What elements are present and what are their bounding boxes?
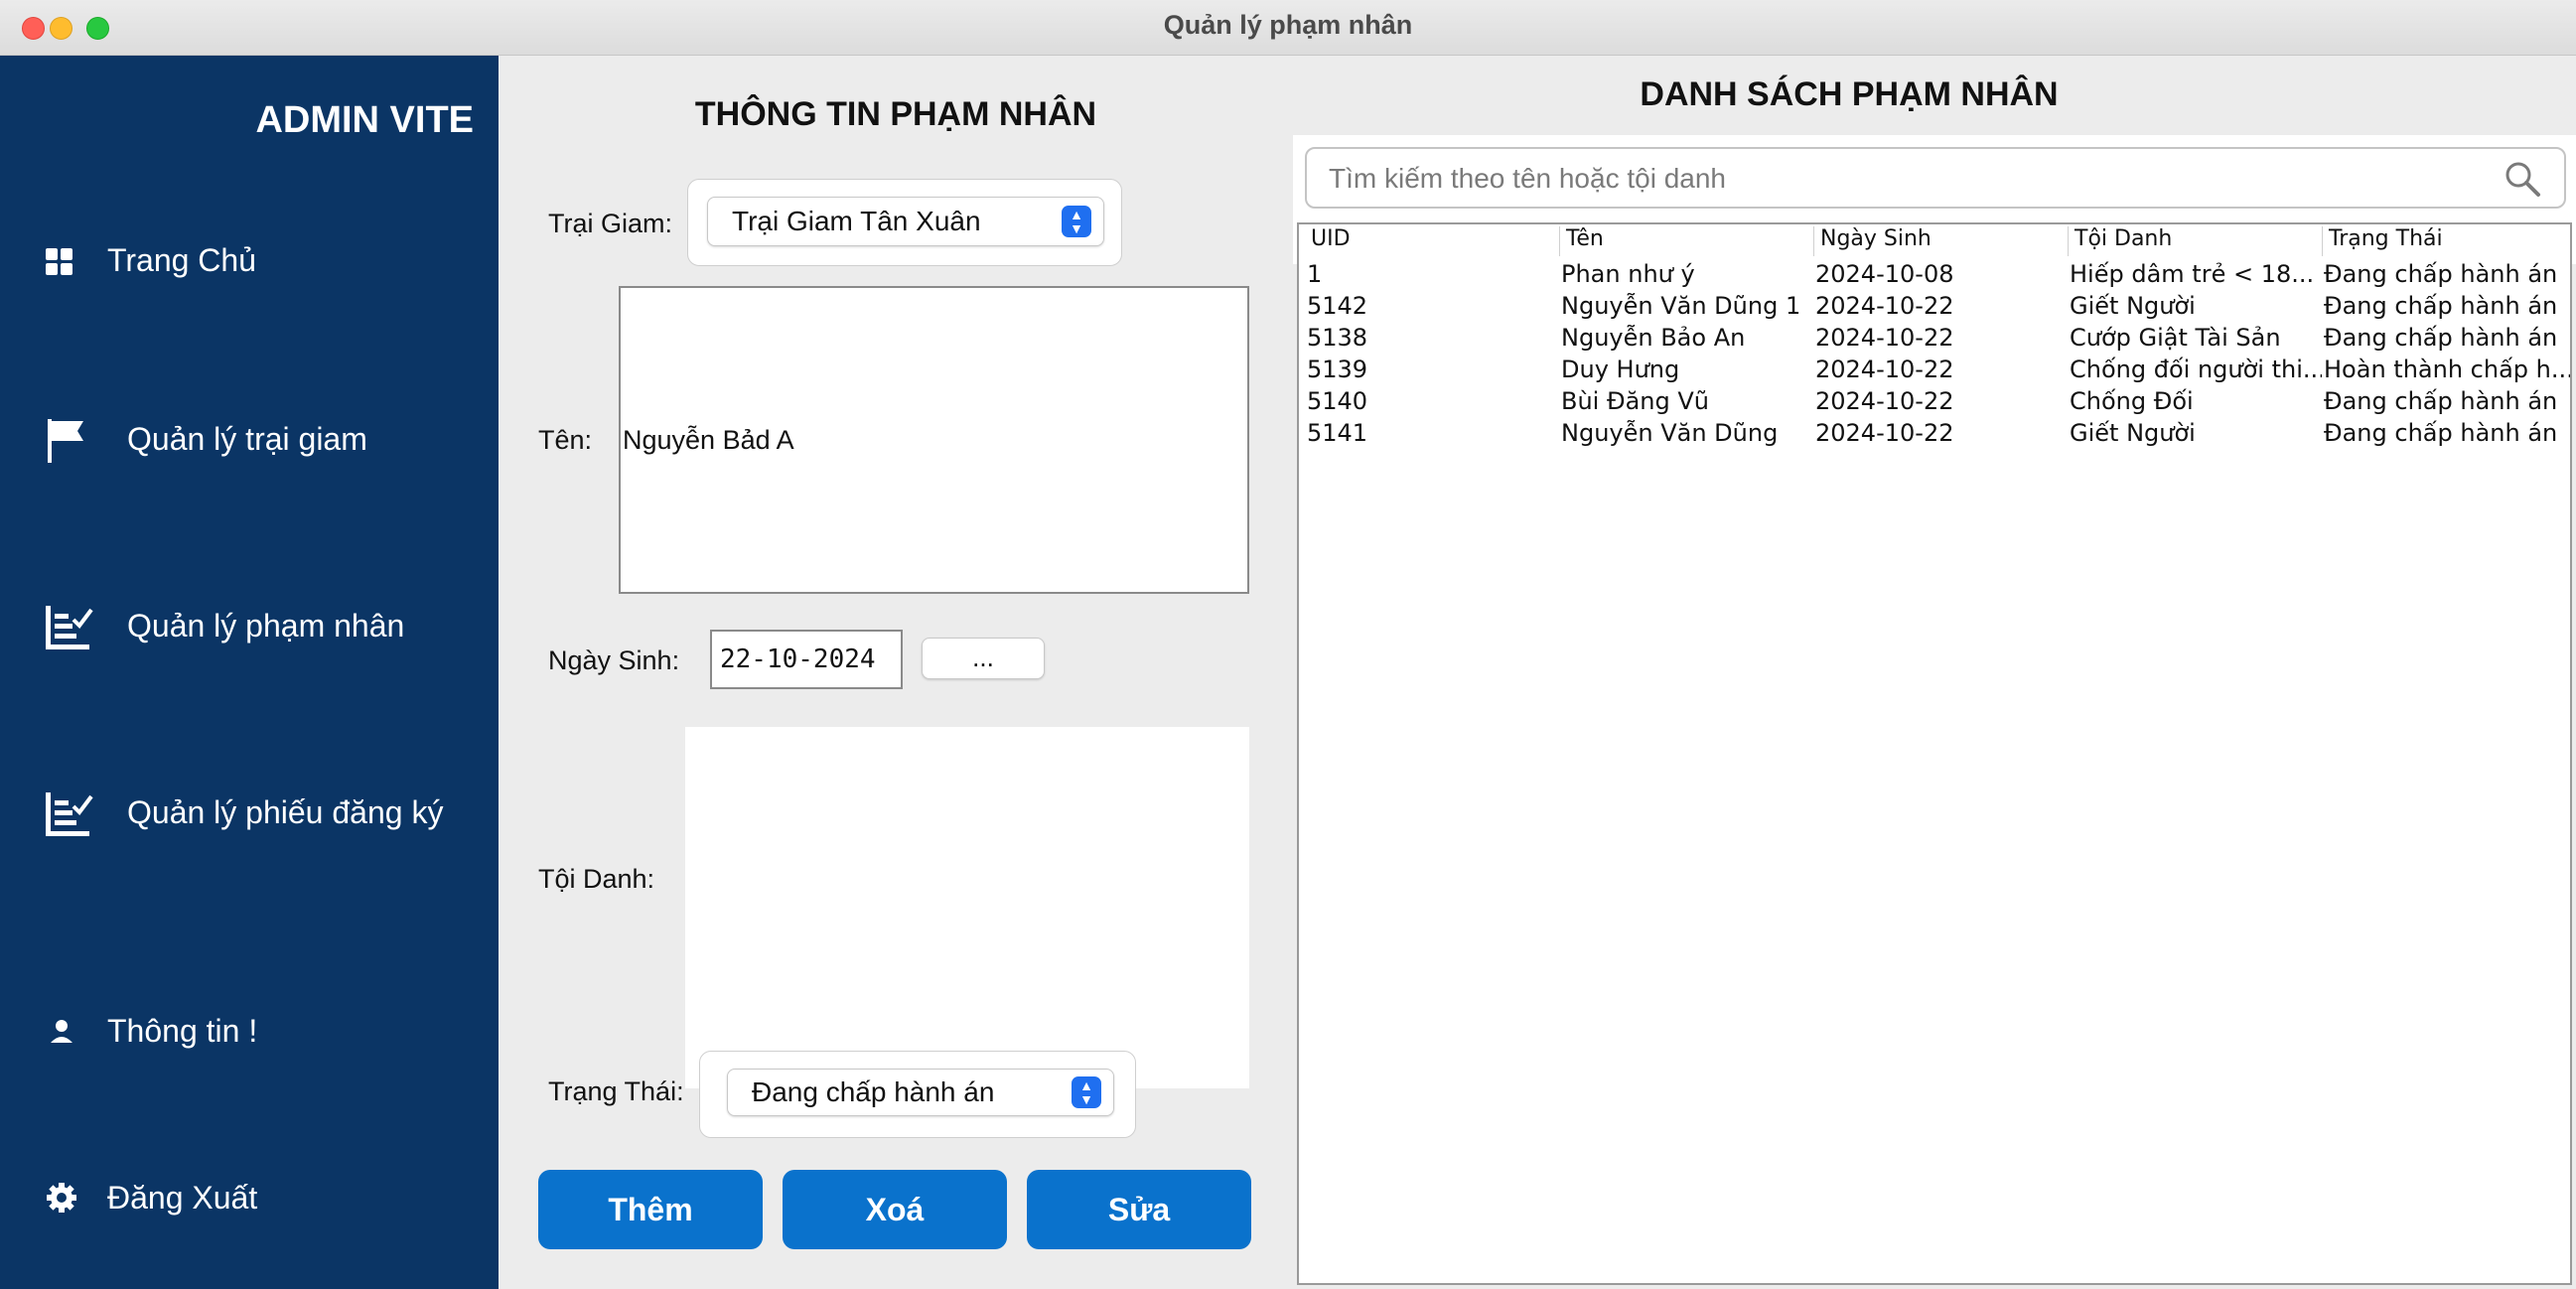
chevron-updown-icon: ▲ ▼ bbox=[1062, 206, 1091, 237]
cell-uid: 1 bbox=[1307, 260, 1323, 288]
sidebar-item-label: Đăng Xuất bbox=[107, 1179, 258, 1216]
title-bar: Quản lý phạm nhân bbox=[0, 0, 2576, 56]
prison-label: Trại Giam: bbox=[548, 209, 673, 238]
date-picker-button[interactable]: ... bbox=[922, 638, 1045, 679]
list-title: DANH SÁCH PHẠM NHÂN bbox=[1640, 75, 2059, 113]
sidebar-item-label: Quản lý trại giam bbox=[127, 420, 367, 457]
checklist-icon bbox=[40, 783, 119, 842]
cell-dob: 2024-10-22 bbox=[1815, 419, 1954, 447]
sidebar-brand: ADMIN VITE bbox=[255, 99, 474, 141]
status-select[interactable]: Đang chấp hành án ▲ ▼ bbox=[727, 1069, 1114, 1116]
chevron-updown-icon: ▲ ▼ bbox=[1072, 1076, 1101, 1108]
cell-name: Bùi Đăng Vũ bbox=[1561, 387, 1709, 415]
prison-select[interactable]: Trại Giam Tân Xuân ▲ ▼ bbox=[707, 197, 1104, 246]
sidebar-item-home[interactable]: Trang Chủ bbox=[40, 230, 256, 290]
cell-uid: 5141 bbox=[1307, 419, 1368, 447]
sidebar-item-account[interactable]: Thông tin ! bbox=[40, 1001, 257, 1061]
table-row[interactable]: 5140 Bùi Đăng Vũ 2024-10-22 Chống Đối Đa… bbox=[1299, 385, 2570, 417]
cell-dob: 2024-10-22 bbox=[1815, 292, 1954, 320]
add-button[interactable]: Thêm bbox=[538, 1170, 763, 1249]
search-icon[interactable] bbox=[2503, 159, 2542, 199]
table-row[interactable]: 5142 Nguyễn Văn Dũng 1 2024-10-22 Giết N… bbox=[1299, 290, 2570, 322]
sidebar-item-label: Quản lý phạm nhân bbox=[127, 607, 405, 644]
column-header-status[interactable]: Trạng Thái bbox=[2322, 226, 2443, 256]
cell-crime: Giết Người bbox=[2070, 292, 2196, 320]
prison-select-value: Trại Giam Tân Xuân bbox=[732, 206, 981, 236]
cell-crime: Chống đối người thi... bbox=[2070, 356, 2322, 383]
checklist-icon bbox=[40, 596, 119, 655]
dob-input[interactable]: 22-10-2024 bbox=[710, 630, 903, 689]
prisoner-form-panel: THÔNG TIN PHẠM NHÂN Trại Giam: Trại Giam… bbox=[499, 56, 1293, 1289]
sidebar-item-prisons[interactable]: Quản lý trại giam bbox=[40, 409, 367, 469]
cell-name: Nguyễn Bảo An bbox=[1561, 324, 1746, 352]
status-label: Trạng Thái: bbox=[548, 1076, 684, 1106]
cell-uid: 5142 bbox=[1307, 292, 1368, 320]
sidebar-item-label: Thông tin ! bbox=[107, 1012, 258, 1049]
cell-name: Phan như ý bbox=[1561, 260, 1695, 288]
cell-uid: 5140 bbox=[1307, 387, 1368, 415]
sidebar-item-logout[interactable]: Đăng Xuất bbox=[40, 1168, 257, 1227]
table-row[interactable]: 5139 Duy Hưng 2024-10-22 Chống đối người… bbox=[1299, 354, 2570, 385]
grid-icon bbox=[40, 230, 99, 290]
cell-crime: Giết Người bbox=[2070, 419, 2196, 447]
crime-textarea[interactable] bbox=[685, 727, 1249, 1088]
column-header-uid[interactable]: UID bbox=[1305, 226, 1351, 256]
name-label: Tên: bbox=[538, 425, 593, 455]
cell-dob: 2024-10-08 bbox=[1815, 260, 1954, 288]
sidebar: ADMIN VITE Trang Chủ Quản lý trại giam Q… bbox=[0, 56, 499, 1289]
cell-dob: 2024-10-22 bbox=[1815, 324, 1954, 352]
sidebar-item-label: Quản lý phiếu đăng ký bbox=[127, 793, 444, 830]
cell-crime: Cướp Giật Tài Sản bbox=[2070, 324, 2281, 352]
cell-status: Đang chấp hành án bbox=[2324, 324, 2558, 352]
status-select-value: Đang chấp hành án bbox=[752, 1076, 995, 1107]
cell-crime: Chống Đối bbox=[2070, 387, 2194, 415]
crime-label: Tội Danh: bbox=[538, 864, 655, 894]
cell-dob: 2024-10-22 bbox=[1815, 356, 1954, 383]
cell-name: Nguyễn Văn Dũng bbox=[1561, 419, 1779, 447]
cell-uid: 5139 bbox=[1307, 356, 1368, 383]
cell-status: Đang chấp hành án bbox=[2324, 260, 2558, 288]
cell-status: Hoàn thành chấp h... bbox=[2324, 356, 2570, 383]
name-value: Nguyễn Bảd A bbox=[623, 425, 794, 455]
prisoner-list-panel: DANH SÁCH PHẠM NHÂN Tìm kiếm theo tên ho… bbox=[1293, 56, 2576, 1289]
cell-uid: 5138 bbox=[1307, 324, 1368, 352]
column-header-dob[interactable]: Ngày Sinh bbox=[1813, 226, 1932, 256]
cell-name: Nguyễn Văn Dũng 1 bbox=[1561, 292, 1801, 320]
cell-crime: Hiếp dâm trẻ < 18... bbox=[2070, 260, 2315, 288]
cell-name: Duy Hưng bbox=[1561, 356, 1680, 383]
window-title: Quản lý phạm nhân bbox=[1163, 10, 1413, 40]
column-header-name[interactable]: Tên bbox=[1559, 226, 1604, 256]
table-row[interactable]: 5141 Nguyễn Văn Dũng 2024-10-22 Giết Ngư… bbox=[1299, 417, 2570, 449]
name-textarea[interactable]: Nguyễn Bảd A bbox=[619, 286, 1249, 594]
form-title: THÔNG TIN PHẠM NHÂN bbox=[694, 95, 1097, 133]
sidebar-item-prisoners[interactable]: Quản lý phạm nhân bbox=[40, 596, 404, 655]
table-row[interactable]: 1 Phan như ý 2024-10-08 Hiếp dâm trẻ < 1… bbox=[1299, 258, 2570, 290]
table-row[interactable]: 5138 Nguyễn Bảo An 2024-10-22 Cướp Giật … bbox=[1299, 322, 2570, 354]
cell-status: Đang chấp hành án bbox=[2324, 387, 2558, 415]
search-input[interactable]: Tìm kiếm theo tên hoặc tội danh bbox=[1305, 147, 2566, 209]
user-icon bbox=[40, 1001, 99, 1061]
cell-dob: 2024-10-22 bbox=[1815, 387, 1954, 415]
search-placeholder: Tìm kiếm theo tên hoặc tội danh bbox=[1329, 163, 1726, 194]
delete-button[interactable]: Xoá bbox=[783, 1170, 1007, 1249]
gear-icon bbox=[40, 1168, 99, 1227]
dob-label: Ngày Sinh: bbox=[548, 645, 680, 675]
table-header: UID Tên Ngày Sinh Tội Danh Trạng Thái bbox=[1299, 226, 2570, 258]
prisoner-table[interactable]: UID Tên Ngày Sinh Tội Danh Trạng Thái 1 … bbox=[1297, 222, 2572, 1285]
column-header-crime[interactable]: Tội Danh bbox=[2068, 226, 2172, 256]
edit-button[interactable]: Sửa bbox=[1027, 1170, 1251, 1249]
sidebar-item-label: Trang Chủ bbox=[107, 241, 256, 278]
cell-status: Đang chấp hành án bbox=[2324, 292, 2558, 320]
flag-icon bbox=[40, 409, 119, 469]
sidebar-item-registrations[interactable]: Quản lý phiếu đăng ký bbox=[40, 783, 443, 842]
cell-status: Đang chấp hành án bbox=[2324, 419, 2558, 447]
